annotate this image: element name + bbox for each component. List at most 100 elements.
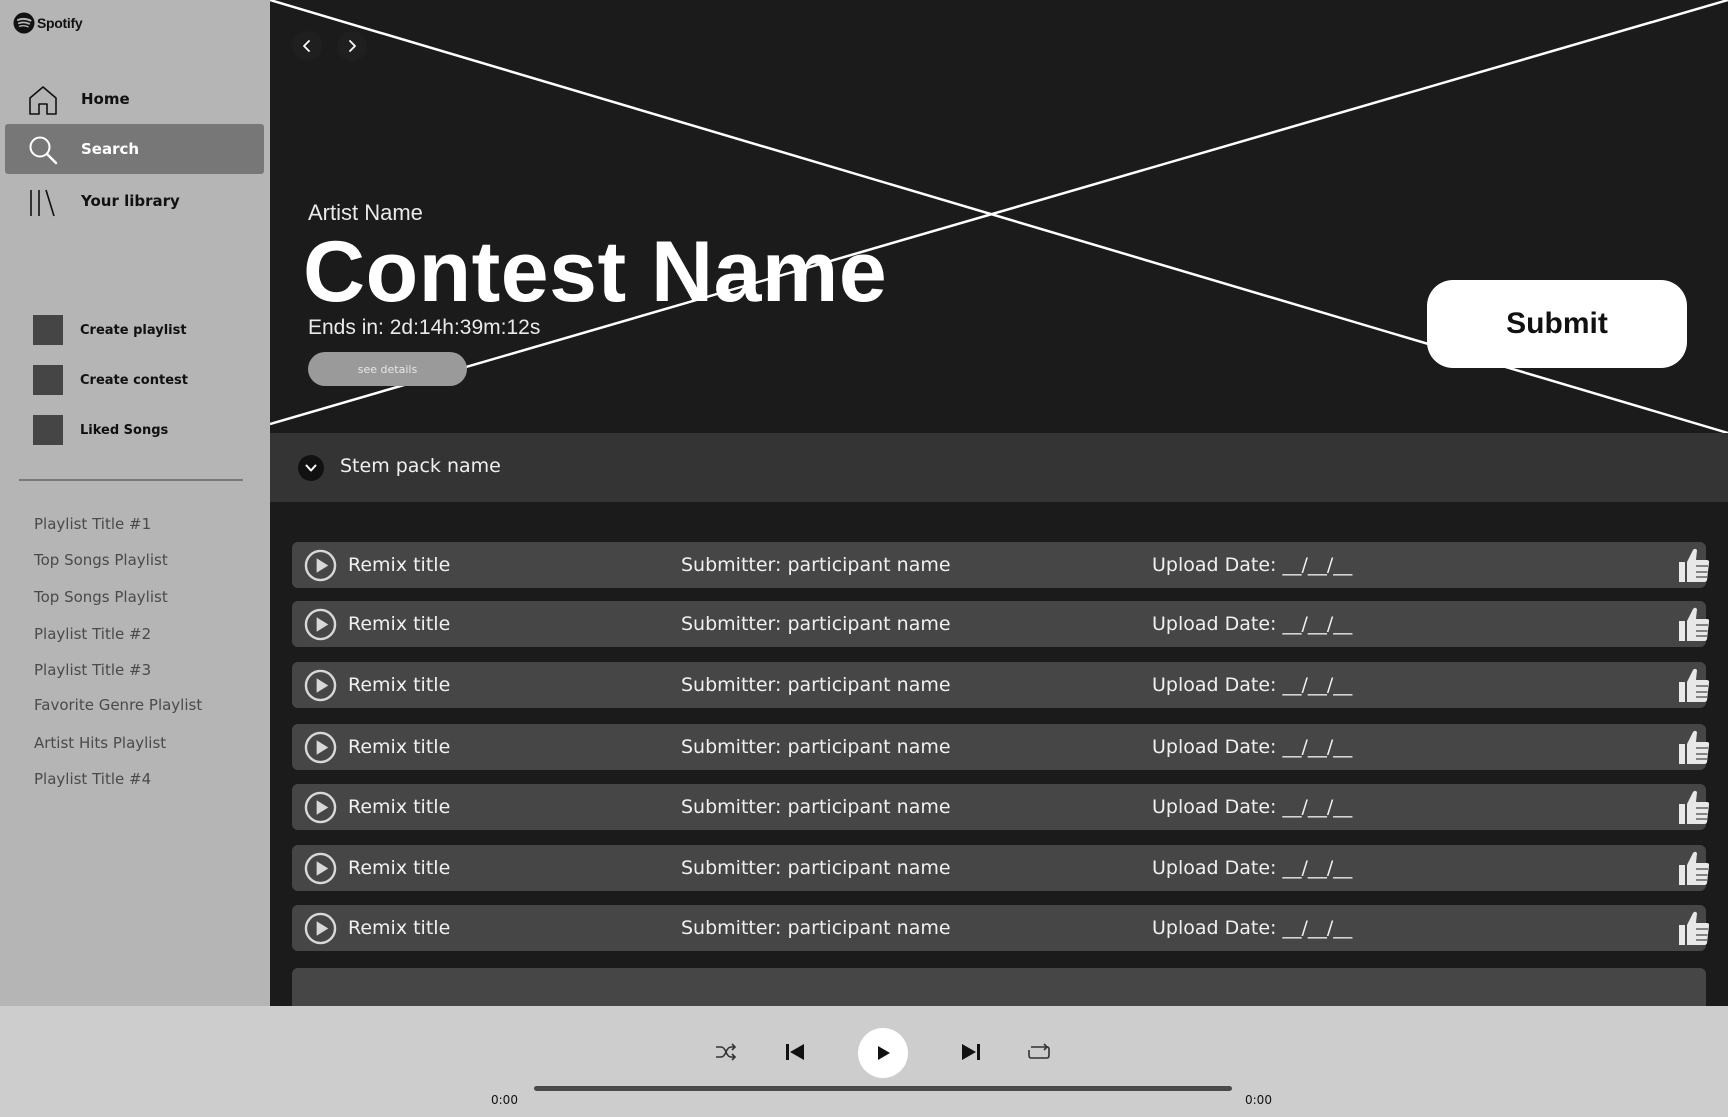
table-row[interactable]: Remix title Submitter: participant name Up… (292, 845, 1710, 891)
liked-songs-button[interactable]: Liked Songs (33, 415, 168, 445)
liked-songs-icon (33, 415, 63, 445)
shuffle-button[interactable] (713, 1039, 739, 1065)
thumbs-up-icon[interactable] (1678, 547, 1710, 583)
home-icon (29, 86, 57, 115)
play-circle-icon[interactable] (304, 669, 337, 702)
remix-title: Remix title (348, 736, 451, 758)
remix-title: Remix title (348, 917, 451, 939)
playlist-item[interactable]: Playlist Title #3 (34, 661, 151, 679)
thumbs-up-icon[interactable] (1678, 606, 1710, 642)
remix-submitter: Submitter: participant name (681, 917, 951, 939)
next-icon (962, 1044, 980, 1060)
next-button[interactable] (958, 1039, 984, 1065)
chevron-left-icon (303, 40, 310, 52)
thumbs-up-icon[interactable] (1678, 789, 1710, 825)
repeat-button[interactable] (1026, 1039, 1052, 1065)
liked-songs-label: Liked Songs (80, 422, 169, 438)
remix-title: Remix title (348, 857, 451, 879)
nav-search[interactable]: Search (5, 124, 264, 174)
stem-pack-bar[interactable]: Stem pack name (270, 433, 1728, 502)
remix-upload-date: Upload Date: __/__/__ (1152, 554, 1353, 576)
search-icon (29, 136, 58, 165)
remix-upload-date: Upload Date: __/__/__ (1152, 674, 1353, 696)
thumbs-up-icon[interactable] (1678, 729, 1710, 765)
remix-upload-date: Upload Date: __/__/__ (1152, 613, 1353, 635)
table-row[interactable]: Remix title Submitter: participant name Up… (292, 784, 1710, 830)
remix-upload-date: Upload Date: __/__/__ (1152, 736, 1353, 758)
remix-submitter: Submitter: participant name (681, 857, 951, 879)
playlist-item[interactable]: Top Songs Playlist (34, 551, 168, 569)
nav-search-label: Search (81, 140, 140, 158)
main-content: Artist Name Contest Name Ends in: 2d:14h… (270, 0, 1728, 1006)
play-icon (878, 1046, 890, 1060)
create-playlist-button[interactable]: Create playlist (33, 315, 187, 345)
sidebar-divider (19, 479, 243, 481)
previous-button[interactable] (782, 1039, 808, 1065)
remix-submitter: Submitter: participant name (681, 736, 951, 758)
create-contest-icon (33, 365, 63, 395)
elapsed-time: 0:00 (491, 1093, 518, 1107)
thumbs-up-icon[interactable] (1678, 850, 1710, 886)
chevron-down-icon (305, 464, 317, 472)
play-circle-icon[interactable] (304, 608, 337, 641)
remix-upload-date: Upload Date: __/__/__ (1152, 857, 1353, 879)
remix-submitter: Submitter: participant name (681, 796, 951, 818)
remix-title: Remix title (348, 796, 451, 818)
table-row[interactable]: Remix title Submitter: participant name Up… (292, 542, 1710, 588)
table-row[interactable]: Remix title Submitter: participant name Up… (292, 662, 1710, 708)
repeat-icon (1028, 1043, 1050, 1059)
create-playlist-label: Create playlist (80, 322, 187, 338)
remix-title: Remix title (348, 554, 451, 576)
spotify-logo-icon (13, 12, 35, 34)
play-pause-button[interactable] (858, 1028, 908, 1078)
shuffle-icon (716, 1043, 737, 1061)
remix-upload-date: Upload Date: __/__/__ (1152, 917, 1353, 939)
table-row[interactable]: Remix title Submitter: participant name Up… (292, 601, 1710, 647)
hero-image-placeholder (270, 0, 1728, 433)
create-playlist-icon (33, 315, 63, 345)
nav-home[interactable]: Home (5, 74, 264, 124)
nav-library[interactable]: Your library (5, 176, 264, 226)
progress-bar[interactable] (534, 1086, 1232, 1091)
remix-submitter: Submitter: participant name (681, 674, 951, 696)
play-circle-icon[interactable] (304, 731, 337, 764)
nav-library-label: Your library (81, 192, 180, 210)
back-button[interactable] (292, 31, 322, 61)
remix-title: Remix title (348, 674, 451, 696)
submit-button[interactable]: Submit (1427, 280, 1687, 368)
nav-home-label: Home (81, 90, 130, 108)
playlist-item[interactable]: Playlist Title #2 (34, 625, 151, 643)
table-row[interactable]: Remix title Submitter: participant name Up… (292, 905, 1710, 951)
player-bar: 0:00 0:00 (0, 1006, 1728, 1117)
spotify-logo[interactable]: Spotify (13, 12, 83, 34)
contest-hero: Artist Name Contest Name Ends in: 2d:14h… (270, 0, 1728, 433)
table-row-empty (292, 968, 1706, 1006)
playlist-item[interactable]: Playlist Title #4 (34, 770, 151, 788)
play-circle-icon[interactable] (304, 912, 337, 945)
stem-pack-toggle[interactable] (298, 455, 324, 481)
library-icon (30, 189, 55, 217)
remix-submitter: Submitter: participant name (681, 613, 951, 635)
brand-name: Spotify (37, 15, 83, 31)
thumbs-up-icon[interactable] (1678, 910, 1710, 946)
play-circle-icon[interactable] (304, 791, 337, 824)
playlist-item[interactable]: Playlist Title #1 (34, 515, 151, 533)
create-contest-label: Create contest (80, 372, 188, 388)
table-row[interactable]: Remix title Submitter: participant name Up… (292, 724, 1710, 770)
playlist-item[interactable]: Artist Hits Playlist (34, 734, 166, 752)
thumbs-up-icon[interactable] (1678, 667, 1710, 703)
playlist-item[interactable]: Favorite Genre Playlist (34, 696, 202, 714)
play-circle-icon[interactable] (304, 852, 337, 885)
previous-icon (786, 1044, 804, 1060)
contest-title: Contest Name (303, 224, 888, 320)
sidebar: Spotify Home Search Your library Create … (0, 0, 270, 1006)
play-circle-icon[interactable] (304, 549, 337, 582)
playlist-item[interactable]: Top Songs Playlist (34, 588, 168, 606)
remix-submitter: Submitter: participant name (681, 554, 951, 576)
remix-title: Remix title (348, 613, 451, 635)
remix-upload-date: Upload Date: __/__/__ (1152, 796, 1353, 818)
forward-button[interactable] (337, 31, 367, 61)
create-contest-button[interactable]: Create contest (33, 365, 188, 395)
chevron-right-icon (349, 40, 356, 52)
see-details-button[interactable]: see details (308, 352, 467, 386)
